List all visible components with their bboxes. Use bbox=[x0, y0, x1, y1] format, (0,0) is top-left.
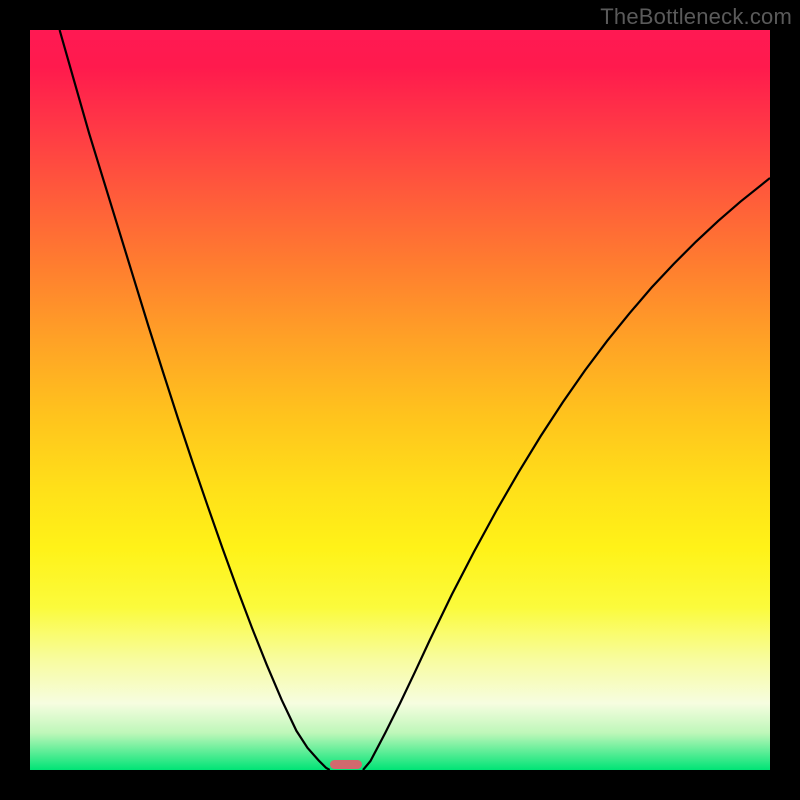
optimal-marker bbox=[330, 760, 362, 769]
curve-right-branch bbox=[363, 178, 770, 770]
bottleneck-curve bbox=[30, 30, 770, 770]
watermark-text: TheBottleneck.com bbox=[600, 4, 792, 30]
curve-left-branch bbox=[60, 30, 330, 770]
plot-area bbox=[30, 30, 770, 770]
